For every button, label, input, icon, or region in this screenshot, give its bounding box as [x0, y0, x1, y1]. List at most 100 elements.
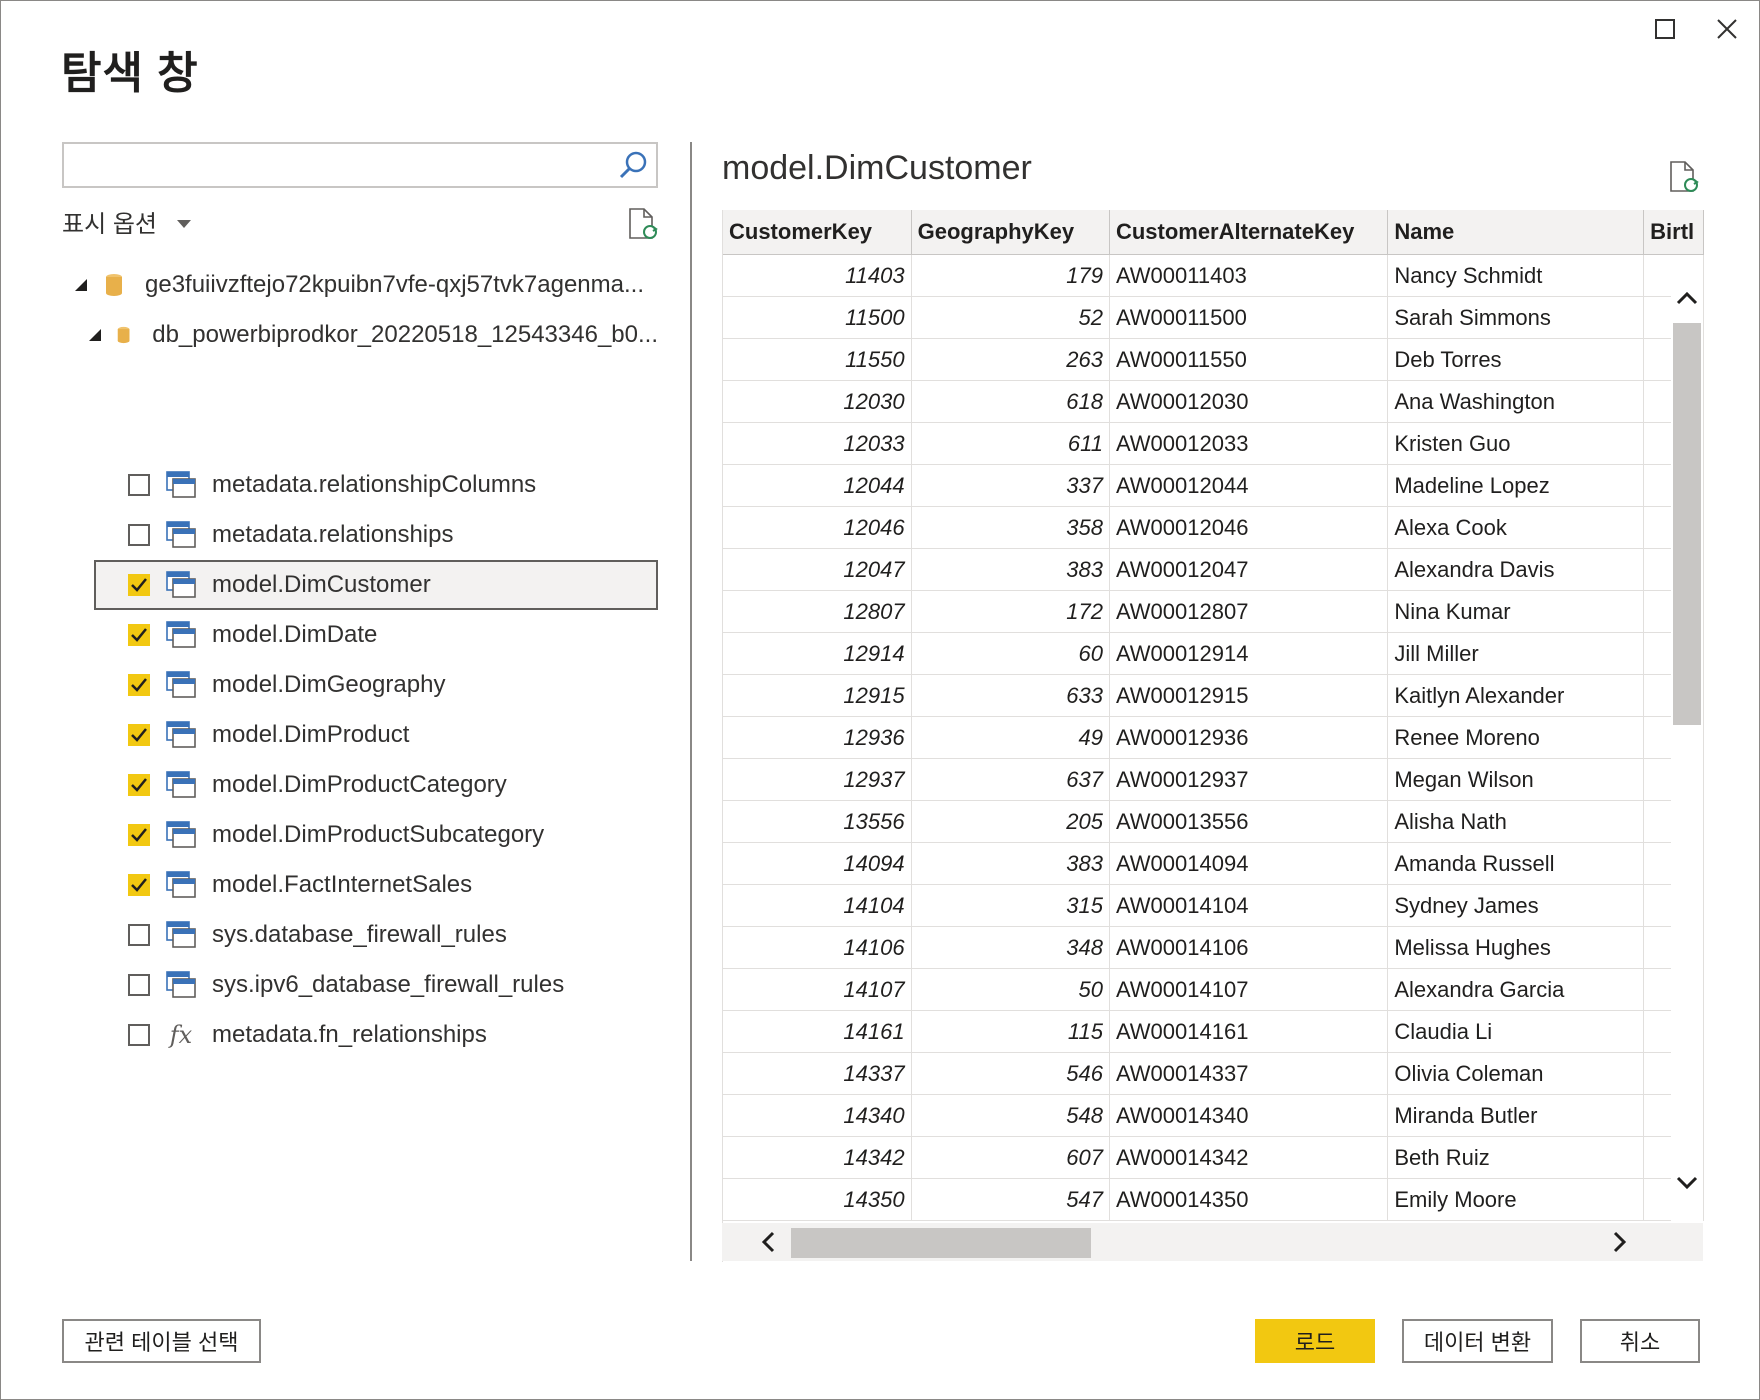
tree-item[interactable]: metadata.relationships — [96, 510, 658, 560]
table-cell: AW00014350 — [1109, 1178, 1389, 1221]
tree-item-label: model.DimProduct — [212, 721, 410, 748]
column-header[interactable]: GeographyKey — [911, 210, 1110, 255]
table-cell: Alisha Nath — [1387, 800, 1645, 843]
tree-server-node[interactable]: ge3fuiivzftejo72kpuibn7vfe-qxj57tvk7agen… — [63, 260, 658, 310]
checkbox[interactable] — [128, 574, 150, 596]
maximize-button[interactable] — [1645, 9, 1685, 49]
table-cell: AW00014106 — [1109, 926, 1389, 969]
tree-item[interactable]: fx metadata.fn_relationships — [96, 1010, 658, 1060]
table-row: 14107 50 AW00014107 Alexandra Garcia — [723, 968, 1704, 1011]
column-header[interactable]: Name — [1387, 210, 1645, 255]
checkbox[interactable] — [128, 474, 150, 496]
table-cell: 633 — [911, 674, 1110, 717]
checkbox[interactable] — [128, 774, 150, 796]
table-row: 14104 315 AW00014104 Sydney James — [723, 884, 1704, 927]
cancel-button[interactable]: 취소 — [1580, 1319, 1700, 1363]
checkbox[interactable] — [128, 824, 150, 846]
tree-item[interactable]: model.DimGeography — [96, 660, 658, 710]
checkbox[interactable] — [128, 1024, 150, 1046]
table-cell: 315 — [911, 884, 1110, 927]
load-button[interactable]: 로드 — [1255, 1319, 1375, 1363]
collapse-icon[interactable] — [71, 277, 91, 293]
tree-item[interactable]: model.DimProductSubcategory — [96, 810, 658, 860]
pane-divider[interactable] — [690, 142, 692, 1261]
table-cell: AW00012915 — [1109, 674, 1389, 717]
horizontal-scroll-thumb[interactable] — [791, 1228, 1091, 1258]
tree-item[interactable]: model.DimDate — [96, 610, 658, 660]
table-icon — [166, 821, 196, 848]
tree-item[interactable]: sys.database_firewall_rules — [96, 910, 658, 960]
database-icon — [117, 326, 130, 344]
table-row: 12915 633 AW00012915 Kaitlyn Alexander — [723, 674, 1704, 717]
table-cell: Nina Kumar — [1387, 590, 1645, 633]
checkmark-icon — [131, 828, 147, 842]
table-cell: 14350 — [723, 1178, 912, 1221]
checkbox[interactable] — [128, 874, 150, 896]
table-cell: 14104 — [723, 884, 912, 927]
tree-item[interactable]: metadata.relationshipColumns — [96, 460, 658, 510]
checkbox[interactable] — [128, 524, 150, 546]
table-cell: 11500 — [723, 296, 912, 339]
scroll-down-button[interactable] — [1672, 1168, 1702, 1198]
search-input[interactable] — [72, 150, 616, 182]
table-cell: 172 — [911, 590, 1110, 633]
table-icon — [166, 921, 196, 948]
table-cell: Megan Wilson — [1387, 758, 1645, 801]
search-icon[interactable] — [616, 149, 650, 183]
table-row: 14106 348 AW00014106 Melissa Hughes — [723, 926, 1704, 969]
column-header[interactable]: CustomerKey — [723, 210, 912, 255]
table-row: 12807 172 AW00012807 Nina Kumar — [723, 590, 1704, 633]
table-cell: Sarah Simmons — [1387, 296, 1645, 339]
select-related-tables-button[interactable]: 관련 테이블 선택 — [62, 1319, 261, 1363]
refresh-file-icon[interactable] — [627, 207, 659, 241]
scroll-left-button[interactable] — [753, 1227, 783, 1257]
chevron-up-icon — [1676, 291, 1698, 305]
display-options-dropdown[interactable]: 표시 옵션 — [62, 204, 191, 239]
table-cell: 205 — [911, 800, 1110, 843]
refresh-preview-icon[interactable] — [1668, 160, 1700, 194]
scroll-right-button[interactable] — [1605, 1227, 1635, 1257]
checkbox[interactable] — [128, 674, 150, 696]
tree-database-node[interactable]: db_powerbiprodkor_20220518_12543346_b0..… — [81, 310, 658, 360]
table-icon — [166, 571, 196, 598]
dialog-title: 탐색 창 — [61, 49, 199, 98]
tree-item-label: metadata.relationships — [212, 521, 454, 548]
table-cell: Deb Torres — [1387, 338, 1645, 381]
collapse-icon[interactable] — [87, 327, 103, 343]
table-cell: AW00012033 — [1109, 422, 1389, 465]
table-cell: 49 — [911, 716, 1110, 759]
tree-item[interactable]: sys.ipv6_database_firewall_rules — [96, 960, 658, 1010]
table-row: 14094 383 AW00014094 Amanda Russell — [723, 842, 1704, 885]
tree-item[interactable]: model.DimProduct — [96, 710, 658, 760]
table-cell: 607 — [911, 1136, 1110, 1179]
column-header[interactable]: Birtl — [1643, 210, 1704, 255]
table-cell: 383 — [911, 842, 1110, 885]
close-icon — [1717, 19, 1737, 39]
table-cell: AW00014342 — [1109, 1136, 1389, 1179]
transform-data-button[interactable]: 데이터 변환 — [1402, 1319, 1553, 1363]
checkbox[interactable] — [128, 624, 150, 646]
tree-item[interactable]: model.DimCustomer — [94, 560, 658, 610]
table-cell: AW00013556 — [1109, 800, 1389, 843]
checkmark-icon — [131, 628, 147, 642]
table-cell: 14337 — [723, 1052, 912, 1095]
table-cell: AW00012047 — [1109, 548, 1389, 591]
table-row: 12936 49 AW00012936 Renee Moreno — [723, 716, 1704, 759]
vertical-scroll-thumb[interactable] — [1673, 323, 1701, 725]
table-cell: 60 — [911, 632, 1110, 675]
checkmark-icon — [131, 728, 147, 742]
tree-item[interactable]: model.FactInternetSales — [96, 860, 658, 910]
preview-table-container: CustomerKey GeographyKey CustomerAlterna… — [722, 210, 1704, 1262]
checkbox[interactable] — [128, 924, 150, 946]
table-cell: 12047 — [723, 548, 912, 591]
table-cell: 358 — [911, 506, 1110, 549]
chevron-left-icon — [761, 1231, 775, 1253]
table-cell: 637 — [911, 758, 1110, 801]
checkbox[interactable] — [128, 724, 150, 746]
scroll-up-button[interactable] — [1672, 283, 1702, 313]
table-cell: AW00014337 — [1109, 1052, 1389, 1095]
column-header[interactable]: CustomerAlternateKey — [1109, 210, 1389, 255]
tree-item[interactable]: model.DimProductCategory — [96, 760, 658, 810]
checkbox[interactable] — [128, 974, 150, 996]
close-button[interactable] — [1707, 9, 1747, 49]
